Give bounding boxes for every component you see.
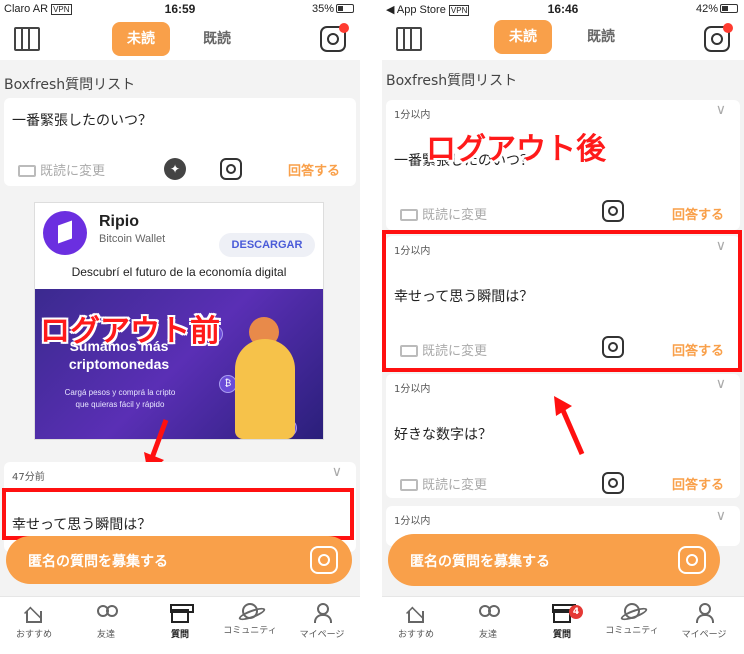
ad-subtitle: Bitcoin Wallet xyxy=(99,233,166,245)
highlight-box xyxy=(382,230,742,372)
notification-badge: 4 xyxy=(569,605,583,619)
card-time: 47分前 xyxy=(12,472,45,483)
status-bar: Claro AR VPN 16:59 35% xyxy=(0,0,360,20)
planet-icon xyxy=(242,603,258,619)
chevron-down-icon[interactable]: ∨ xyxy=(716,376,726,392)
instagram-icon[interactable] xyxy=(602,200,624,222)
tab-mypage[interactable]: マイページ xyxy=(674,603,734,640)
tab-recommended[interactable]: おすすめ xyxy=(4,603,64,640)
before-logout-screen: Claro AR VPN 16:59 35% 未読 既読 Boxfresh質問リ… xyxy=(0,0,360,654)
status-time: 16:59 xyxy=(164,2,196,16)
header: 未読 既読 xyxy=(0,20,360,60)
home-icon xyxy=(26,611,42,623)
tray-icon xyxy=(400,209,418,221)
battery-percent: 42% xyxy=(695,3,718,15)
card-time: 1分以内 xyxy=(394,110,431,121)
tab-mypage[interactable]: マイページ xyxy=(292,603,352,640)
gift-box-icon xyxy=(170,604,194,623)
instagram-icon xyxy=(310,546,338,574)
list-title: Boxfresh質問リスト xyxy=(386,73,518,89)
tray-icon xyxy=(400,479,418,491)
mark-read-button[interactable]: 既読に変更 xyxy=(18,160,105,179)
tray-icon xyxy=(18,165,36,177)
person-icon xyxy=(694,603,714,623)
question-card[interactable]: 一番緊張したのいつ？ 既読に変更 ✦ 回答する xyxy=(4,98,356,186)
card-time: 1分以内 xyxy=(394,384,431,395)
recruit-questions-button[interactable]: 匿名の質問を募集する xyxy=(6,536,352,584)
ad-body: Cargá pesos y comprá la cripto que quiera… xyxy=(64,388,176,409)
bookshelf-icon[interactable] xyxy=(396,27,422,51)
tab-questions[interactable]: 質問 xyxy=(150,603,210,640)
chevron-down-icon[interactable]: ∨ xyxy=(716,508,726,524)
tab-unread[interactable]: 未読 xyxy=(494,20,552,54)
status-time: 16:46 xyxy=(547,2,579,16)
instagram-icon xyxy=(678,546,706,574)
tab-community[interactable]: コミュニティ xyxy=(602,603,662,636)
overlay-label: ログアウト後 xyxy=(426,132,606,167)
overlay-label: ログアウト前 xyxy=(40,314,220,349)
instagram-icon[interactable] xyxy=(704,23,733,52)
ad-download-button[interactable]: DESCARGAR xyxy=(219,233,315,257)
ad-brand: Ripio xyxy=(99,213,139,230)
list-title: Boxfresh質問リスト xyxy=(4,77,136,93)
friends-icon xyxy=(96,603,118,623)
after-logout-screen: ◀ App Store VPN 16:46 42% 未読 既読 Boxfresh… xyxy=(382,0,744,654)
mark-read-button[interactable]: 既読に変更 xyxy=(400,474,487,493)
instagram-icon[interactable] xyxy=(602,472,624,494)
ad-tagline: Descubrí el futuro de la economía digita… xyxy=(71,265,287,279)
instagram-icon[interactable] xyxy=(320,23,349,52)
person-illustration xyxy=(235,339,295,439)
question-text: 好きな数字は？ xyxy=(394,427,492,443)
chevron-down-icon[interactable]: ∨ xyxy=(716,102,726,118)
tab-friends[interactable]: 友達 xyxy=(76,603,136,640)
instagram-icon[interactable] xyxy=(220,158,242,180)
ripio-logo xyxy=(43,211,87,255)
notification-dot xyxy=(723,23,733,33)
battery-icon xyxy=(336,4,354,13)
home-icon xyxy=(408,611,424,623)
tab-community[interactable]: コミュニティ xyxy=(220,603,280,636)
mark-read-button[interactable]: 既読に変更 xyxy=(400,204,487,223)
gift-box-icon: 4 xyxy=(552,604,583,623)
tab-friends[interactable]: 友達 xyxy=(458,603,518,640)
battery-icon xyxy=(720,4,738,13)
answer-button[interactable]: 回答する xyxy=(672,204,724,223)
person-icon xyxy=(312,603,332,623)
card-time: 1分以内 xyxy=(394,516,431,527)
header: 未読 既読 xyxy=(382,20,744,60)
twitter-icon[interactable]: ✦ xyxy=(164,158,186,180)
bookshelf-icon[interactable] xyxy=(14,27,40,51)
tab-read[interactable]: 既読 xyxy=(188,22,246,56)
planet-icon xyxy=(624,603,640,619)
tab-read[interactable]: 既読 xyxy=(572,20,630,54)
answer-button[interactable]: 回答する xyxy=(288,160,340,179)
friends-icon xyxy=(478,603,500,623)
chevron-down-icon[interactable]: ∨ xyxy=(332,464,342,480)
status-bar: ◀ App Store VPN 16:46 42% xyxy=(382,0,744,20)
recruit-questions-button[interactable]: 匿名の質問を募集する xyxy=(388,534,720,586)
tab-bar: おすすめ 友達 質問 コミュニティ マイページ xyxy=(0,596,360,654)
arrow-annotation xyxy=(554,396,585,455)
tab-unread[interactable]: 未読 xyxy=(112,22,170,56)
tab-recommended[interactable]: おすすめ xyxy=(386,603,446,640)
answer-button[interactable]: 回答する xyxy=(672,474,724,493)
question-text: 一番緊張したのいつ？ xyxy=(12,113,152,129)
tab-questions[interactable]: 4 質問 xyxy=(532,603,592,640)
tab-bar: おすすめ 友達 4 質問 コミュニティ マイページ xyxy=(382,596,744,654)
battery-percent: 35% xyxy=(311,3,334,15)
highlight-box xyxy=(2,488,354,540)
notification-dot xyxy=(339,23,349,33)
